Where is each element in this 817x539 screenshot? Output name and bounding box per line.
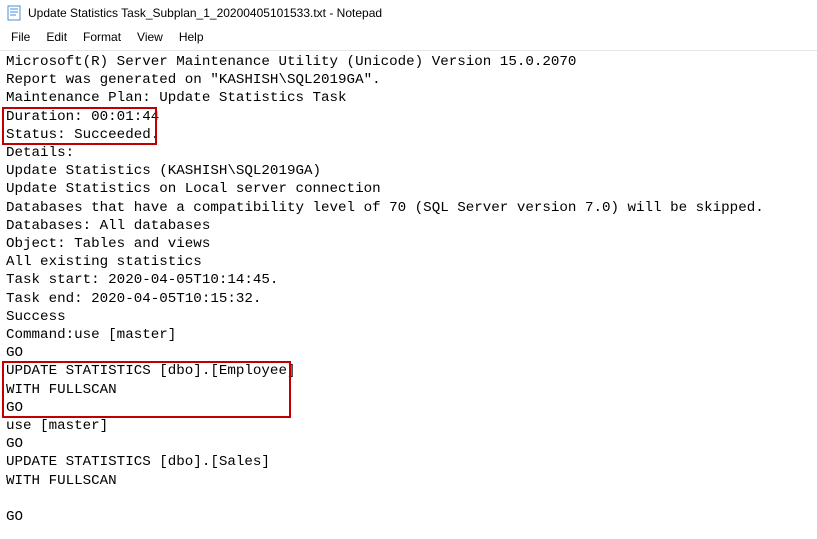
window-title: Update Statistics Task_Subplan_1_2020040… — [28, 6, 382, 20]
text-editor[interactable]: Microsoft(R) Server Maintenance Utility … — [6, 53, 811, 526]
menu-edit[interactable]: Edit — [39, 28, 74, 46]
menu-help[interactable]: Help — [172, 28, 211, 46]
notepad-icon — [6, 5, 22, 21]
menu-file[interactable]: File — [4, 28, 37, 46]
menu-view[interactable]: View — [130, 28, 170, 46]
menu-format[interactable]: Format — [76, 28, 128, 46]
editor-viewport: Microsoft(R) Server Maintenance Utility … — [0, 51, 817, 528]
menu-bar: File Edit Format View Help — [0, 26, 817, 51]
window-titlebar: Update Statistics Task_Subplan_1_2020040… — [0, 0, 817, 26]
